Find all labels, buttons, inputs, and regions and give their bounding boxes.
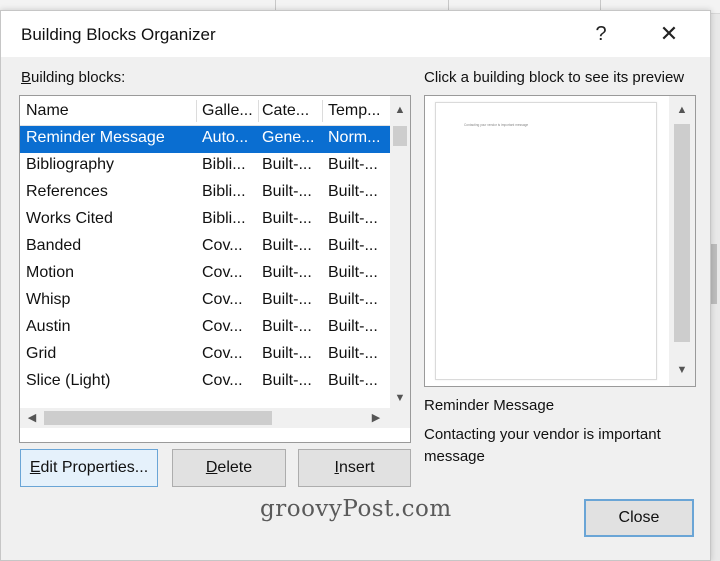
vertical-scroll-thumb[interactable] <box>393 126 407 146</box>
scrollbar-corner <box>390 408 410 428</box>
list-item-template: Norm... <box>328 129 381 146</box>
list-item-name: Slice (Light) <box>26 372 111 389</box>
close-icon[interactable]: ✕ <box>649 19 689 49</box>
list-item-gallery: Cov... <box>202 372 243 389</box>
list-item-template: Built-... <box>328 291 378 308</box>
list-item-category: Built-... <box>262 210 312 227</box>
list-item-gallery: Bibli... <box>202 210 246 227</box>
list-item[interactable]: Motion Cov... Built-... Built-... <box>20 261 390 288</box>
list-item-category: Built-... <box>262 372 312 389</box>
list-item-category: Built-... <box>262 345 312 362</box>
list-item-category: Built-... <box>262 264 312 281</box>
list-item-category: Built-... <box>262 183 312 200</box>
list-item-template: Built-... <box>328 345 378 362</box>
list-item-gallery: Bibli... <box>202 156 246 173</box>
list-item-name: Austin <box>26 318 71 335</box>
list-item[interactable]: References Bibli... Built-... Built-... <box>20 180 390 207</box>
watermark: groovyPost.com <box>260 496 452 522</box>
building-blocks-organizer-dialog: Building Blocks Organizer ? ✕ Building b… <box>0 10 711 561</box>
list-item[interactable]: Whisp Cov... Built-... Built-... <box>20 288 390 315</box>
list-item[interactable]: Slice (Light) Cov... Built-... Built-... <box>20 369 390 396</box>
column-divider[interactable] <box>196 100 197 122</box>
list-item-gallery: Cov... <box>202 345 243 362</box>
edit-properties-button[interactable]: Edit Properties... <box>20 449 158 487</box>
building-blocks-list[interactable]: Name Galle... Cate... Temp... Reminder M… <box>19 95 411 443</box>
list-item-gallery: Bibli... <box>202 183 246 200</box>
list-item-name: Bibliography <box>26 156 115 173</box>
list-item-template: Built-... <box>328 318 378 335</box>
column-header-name[interactable]: Name <box>26 102 196 120</box>
list-vertical-scrollbar[interactable]: ▲ ▼ <box>390 96 410 408</box>
list-item-gallery: Cov... <box>202 291 243 308</box>
list-item-name: Reminder Message <box>26 129 165 146</box>
list-item-name: Motion <box>26 264 75 281</box>
list-item[interactable]: Banded Cov... Built-... Built-... <box>20 234 390 261</box>
scroll-down-icon[interactable]: ▼ <box>390 392 410 404</box>
column-header-template[interactable]: Temp... <box>328 102 388 120</box>
close-button[interactable]: Close <box>584 499 694 537</box>
column-header-category[interactable]: Cate... <box>262 102 322 120</box>
list-header: Name Galle... Cate... Temp... <box>20 96 390 126</box>
preview-page: Contacting your vendor is important mess… <box>435 102 657 380</box>
building-blocks-label: Building blocks: <box>21 69 126 86</box>
delete-button[interactable]: Delete <box>172 449 286 487</box>
scroll-up-icon[interactable]: ▲ <box>390 104 410 116</box>
column-header-gallery[interactable]: Galle... <box>202 102 258 120</box>
preview-label: Click a building block to see its previe… <box>424 69 685 86</box>
list-item[interactable]: Austin Cov... Built-... Built-... <box>20 315 390 342</box>
list-item-name: Grid <box>26 345 57 362</box>
help-button[interactable]: ? <box>581 19 621 49</box>
list-item[interactable]: Reminder Message Auto... Gene... Norm... <box>20 126 390 153</box>
preview-pane: Contacting your vendor is important mess… <box>424 95 696 387</box>
list-item[interactable]: Bibliography Bibli... Built-... Built-... <box>20 153 390 180</box>
list-item-category: Gene... <box>262 129 315 146</box>
list-item-category: Built-... <box>262 156 312 173</box>
list-item-name: Banded <box>26 237 82 254</box>
list-item-gallery: Cov... <box>202 237 243 254</box>
list-item-name: Whisp <box>26 291 71 308</box>
dialog-title: Building Blocks Organizer <box>21 25 216 44</box>
list-item[interactable]: Grid Cov... Built-... Built-... <box>20 342 390 369</box>
list-item[interactable]: Works Cited Bibli... Built-... Built-... <box>20 207 390 234</box>
preview-block-description: Contacting your vendor is important mess… <box>424 426 661 465</box>
list-item-template: Built-... <box>328 210 378 227</box>
list-item-gallery: Cov... <box>202 318 243 335</box>
scroll-right-icon[interactable]: ▶ <box>366 411 386 424</box>
list-item-template: Built-... <box>328 156 378 173</box>
preview-scrollbar[interactable]: ▲ ▼ <box>669 96 695 386</box>
list-item-template: Built-... <box>328 183 378 200</box>
horizontal-scroll-thumb[interactable] <box>44 411 272 425</box>
title-bar: Building Blocks Organizer ? ✕ <box>1 11 710 57</box>
column-divider[interactable] <box>322 100 323 122</box>
preview-scroll-thumb[interactable] <box>674 124 690 342</box>
preview-scroll-down-icon[interactable]: ▼ <box>672 364 692 376</box>
preview-scroll-up-icon[interactable]: ▲ <box>672 104 692 116</box>
list-item-category: Built-... <box>262 318 312 335</box>
list-rows: Reminder Message Auto... Gene... Norm... Bib… <box>20 126 390 396</box>
list-horizontal-scrollbar[interactable]: ◀ ▶ <box>20 408 390 428</box>
list-item-gallery: Cov... <box>202 264 243 281</box>
list-item-name: Works Cited <box>26 210 113 227</box>
preview-page-text: Contacting your vendor is important mess… <box>464 123 529 127</box>
list-item-name: References <box>26 183 108 200</box>
column-divider[interactable] <box>258 100 259 122</box>
list-item-template: Built-... <box>328 237 378 254</box>
list-item-template: Built-... <box>328 372 378 389</box>
list-item-template: Built-... <box>328 264 378 281</box>
insert-button[interactable]: Insert <box>298 449 411 487</box>
list-item-category: Built-... <box>262 237 312 254</box>
preview-block-name: Reminder Message <box>424 397 555 414</box>
scroll-left-icon[interactable]: ◀ <box>22 411 42 424</box>
list-item-category: Built-... <box>262 291 312 308</box>
list-item-gallery: Auto... <box>202 129 249 146</box>
